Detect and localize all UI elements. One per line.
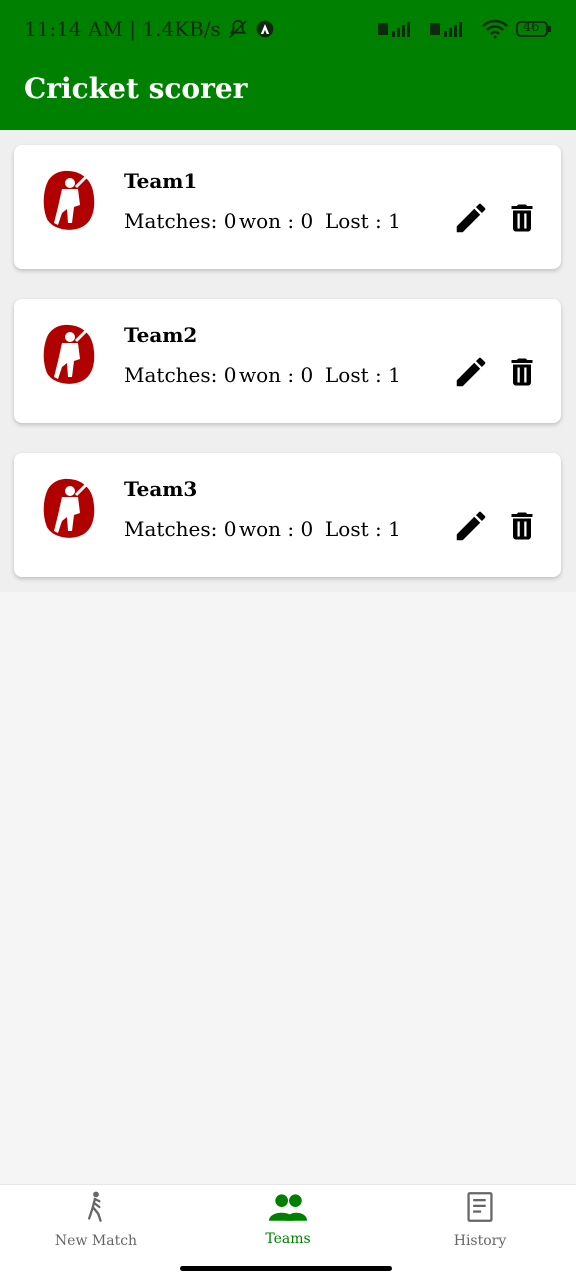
edit-icon[interactable]	[452, 353, 490, 391]
matches-count: Matches: 0	[124, 209, 237, 233]
people-icon	[269, 1193, 307, 1225]
lost-count: Lost : 1	[325, 517, 401, 541]
team-name: Team2	[124, 323, 198, 347]
battery-icon: 46	[516, 19, 552, 39]
wifi-icon	[482, 19, 508, 39]
walk-icon	[82, 1191, 110, 1227]
status-time: 11:14 AM | 1.4KB/s	[24, 17, 221, 41]
cricket-logo-icon	[40, 321, 98, 389]
matches-count: Matches: 0	[124, 363, 237, 387]
nav-new-match[interactable]: New Match	[0, 1185, 192, 1255]
won-count: won : 0	[239, 517, 314, 541]
teams-list: Team1 Matches: 0 won : 0 Lost : 1 Team2 …	[0, 130, 576, 592]
edit-icon[interactable]	[452, 199, 490, 237]
nav-label: New Match	[54, 1233, 138, 1249]
lost-count: Lost : 1	[325, 363, 401, 387]
nav-label: History	[453, 1233, 507, 1249]
delete-icon[interactable]	[504, 353, 540, 391]
battery-level: 46	[523, 20, 540, 35]
notifications-off-icon	[227, 18, 249, 40]
delete-icon[interactable]	[504, 507, 540, 545]
cricket-logo-icon	[40, 475, 98, 543]
won-count: won : 0	[239, 209, 314, 233]
signal-icon	[430, 19, 474, 39]
lost-count: Lost : 1	[325, 209, 401, 233]
page-title: Cricket scorer	[24, 72, 248, 105]
nav-history[interactable]: History	[384, 1185, 576, 1255]
cricket-logo-icon	[40, 167, 98, 235]
nav-teams[interactable]: Teams	[192, 1185, 384, 1255]
matches-count: Matches: 0	[124, 517, 237, 541]
document-icon	[466, 1191, 494, 1227]
signal-icon	[378, 19, 422, 39]
home-indicator[interactable]	[180, 1266, 392, 1271]
status-bar: 11:14 AM | 1.4KB/s 46	[24, 14, 552, 44]
nav-label: Teams	[265, 1231, 311, 1247]
app-bar: 11:14 AM | 1.4KB/s 46 Cricket scorer	[0, 0, 576, 130]
team-name: Team1	[124, 169, 198, 193]
app-notification-icon	[255, 19, 275, 39]
team-card[interactable]: Team1 Matches: 0 won : 0 Lost : 1	[14, 145, 561, 269]
team-name: Team3	[124, 477, 198, 501]
won-count: won : 0	[239, 363, 314, 387]
edit-icon[interactable]	[452, 507, 490, 545]
team-card[interactable]: Team2 Matches: 0 won : 0 Lost : 1	[14, 299, 561, 423]
team-card[interactable]: Team3 Matches: 0 won : 0 Lost : 1	[14, 453, 561, 577]
delete-icon[interactable]	[504, 199, 540, 237]
